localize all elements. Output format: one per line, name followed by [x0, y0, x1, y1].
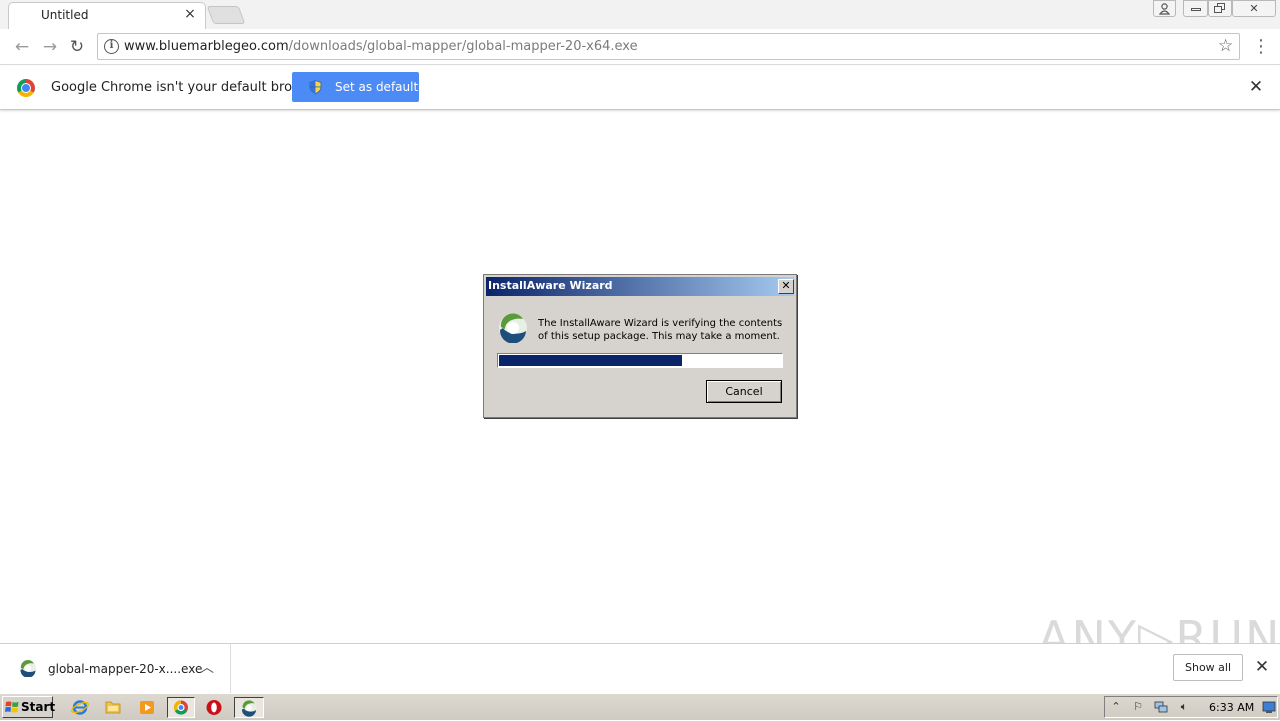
show-hidden-icons-icon[interactable]: ⌃ [1109, 700, 1123, 714]
restore-button[interactable] [1208, 0, 1232, 17]
show-all-button[interactable]: Show all [1173, 654, 1243, 681]
dialog-titlebar[interactable]: InstallAware Wizard ✕ [486, 277, 794, 296]
dialog-close-button[interactable]: ✕ [778, 279, 794, 294]
minimize-button[interactable] [1183, 0, 1208, 17]
browser-tab[interactable]: Untitled × [8, 2, 206, 30]
opera-icon[interactable] [203, 697, 225, 718]
verification-progress-bar [497, 353, 783, 368]
info-icon[interactable]: i [104, 39, 119, 54]
clock[interactable]: 6:33 AM [1209, 701, 1254, 714]
window-close-button[interactable]: ✕ [1232, 0, 1276, 17]
internet-explorer-icon[interactable] [69, 697, 91, 718]
media-player-icon[interactable] [136, 697, 158, 718]
installaware-taskbar-icon[interactable] [234, 697, 264, 718]
network-icon[interactable] [1154, 700, 1168, 714]
url-path: /downloads/global-mapper/global-mapper-2… [288, 39, 638, 54]
chrome-logo-icon [17, 79, 35, 97]
volume-icon[interactable]: 🔈︎ [1177, 700, 1191, 714]
chrome-menu-icon[interactable]: ⋮ [1252, 37, 1270, 57]
browser-toolbar: ← → ↻ i www.bluemarblegeo.com/downloads/… [0, 29, 1280, 65]
progress-fill [499, 355, 682, 366]
uac-shield-icon [309, 80, 322, 94]
new-tab-button[interactable] [206, 6, 246, 24]
chevron-up-icon[interactable]: ︿ [199, 658, 215, 678]
window-close-icon: ✕ [1249, 2, 1259, 15]
action-center-flag-icon[interactable]: ⚐ [1131, 700, 1145, 714]
forward-icon[interactable]: → [40, 37, 60, 57]
installaware-logo-icon [499, 313, 527, 343]
reload-icon[interactable]: ↻ [67, 37, 87, 57]
system-tray: ⌃ ⚐ 🔈︎ 6:33 AM [1104, 696, 1278, 718]
tab-title: Untitled [41, 8, 89, 22]
chrome-taskbar-icon[interactable] [167, 697, 195, 718]
start-label: Start [21, 700, 56, 714]
windows-taskbar: Start ⌃ ⚐ 🔈︎ 6:33 AM [0, 693, 1280, 720]
profile-icon[interactable] [1153, 0, 1176, 17]
download-item[interactable]: global-mapper-20-x....exe ︿ [0, 644, 231, 694]
cancel-button[interactable]: Cancel [706, 380, 782, 403]
start-button[interactable]: Start [2, 696, 56, 718]
show-desktop-icon[interactable] [1262, 700, 1276, 714]
tab-close-icon[interactable]: × [183, 7, 197, 21]
windows-logo-icon [5, 701, 19, 713]
installer-file-icon [20, 659, 36, 677]
default-browser-infobar: Google Chrome isn't your default browser… [0, 66, 1280, 110]
address-bar[interactable]: i www.bluemarblegeo.com/downloads/global… [97, 33, 1240, 60]
download-filename: global-mapper-20-x....exe [48, 662, 203, 676]
url-host: www.bluemarblegeo.com [124, 39, 289, 54]
url-text[interactable]: www.bluemarblegeo.com/downloads/global-m… [124, 39, 638, 54]
set-as-default-button[interactable]: Set as default [292, 72, 419, 102]
set-as-default-label: Set as default [335, 80, 419, 94]
dialog-message: The InstallAware Wizard is verifying the… [538, 318, 783, 342]
download-shelf: global-mapper-20-x....exe ︿ Show all ✕ [0, 643, 1280, 694]
infobar-message: Google Chrome isn't your default browser [51, 80, 323, 95]
installaware-dialog: InstallAware Wizard ✕ The InstallAware W… [483, 274, 797, 418]
bookmark-star-icon[interactable]: ☆ [1218, 36, 1233, 56]
shelf-close-icon[interactable]: ✕ [1254, 658, 1270, 676]
tab-strip: Untitled × ✕ [0, 0, 1280, 30]
dialog-title: InstallAware Wizard [488, 279, 613, 292]
infobar-close-icon[interactable]: ✕ [1248, 78, 1264, 96]
file-explorer-icon[interactable] [102, 697, 124, 718]
back-icon[interactable]: ← [12, 37, 32, 57]
